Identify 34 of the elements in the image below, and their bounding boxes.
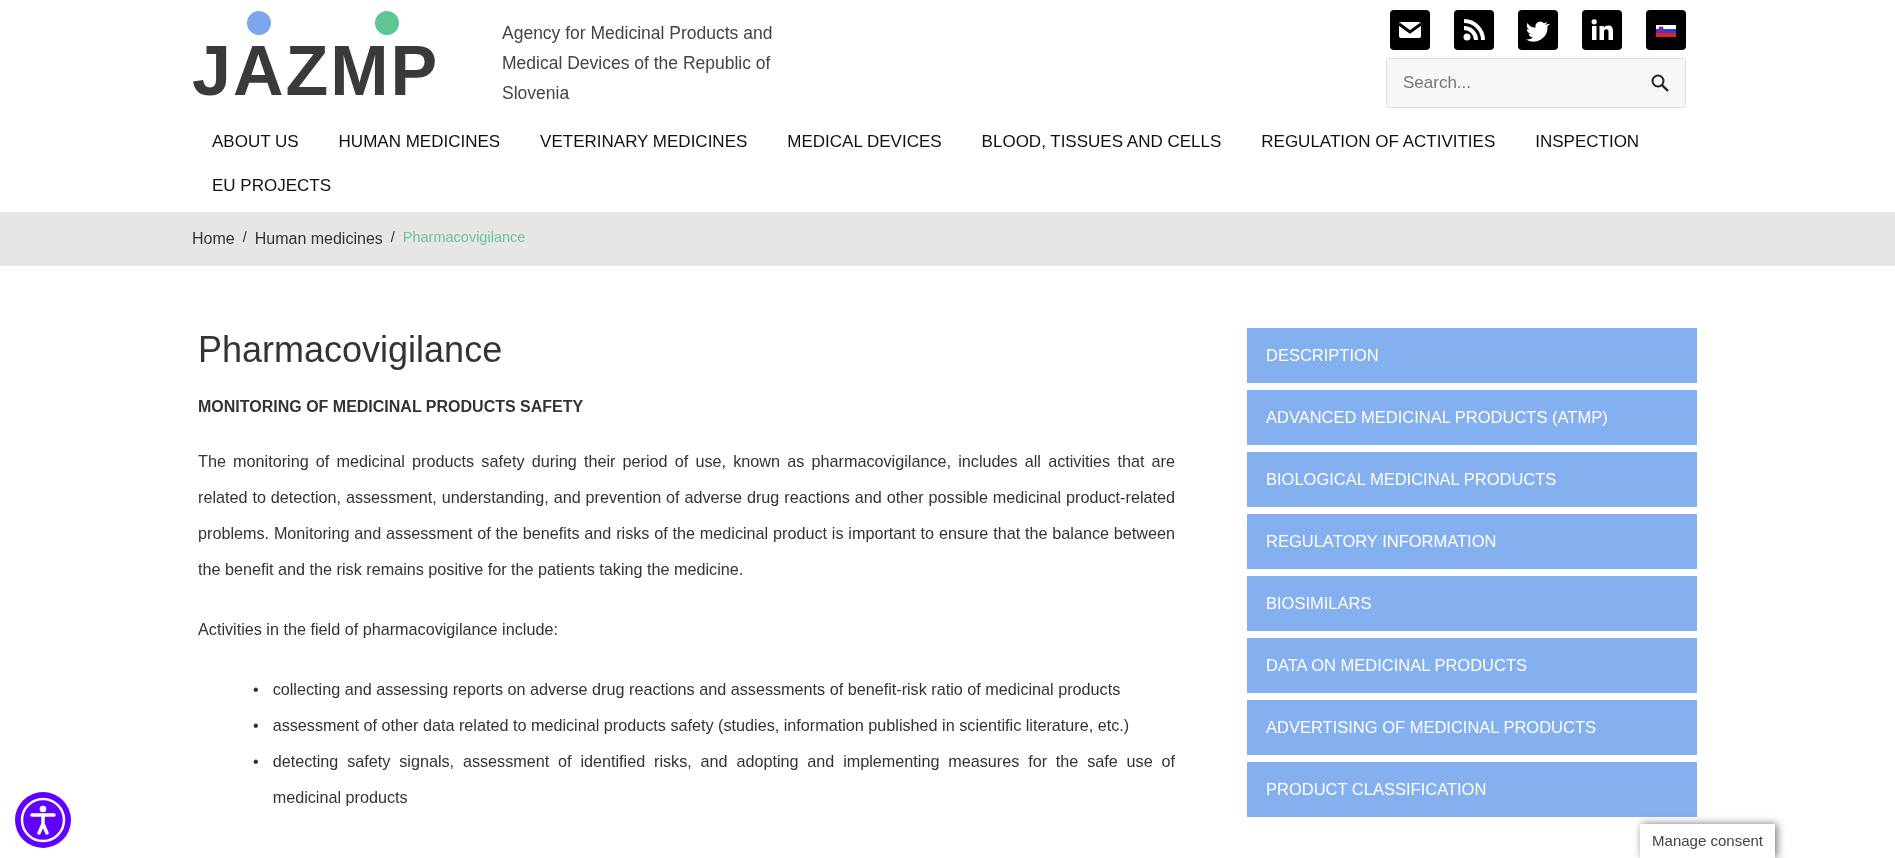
nav-link[interactable]: INSPECTION [1515, 120, 1660, 164]
paragraph: The monitoring of medicinal products safety during their period of use, known as pharmacovigilance, includes all activities that are related to detection, assessment, understanding, and prevention of adverse drug reactions and other possible medicinal product-related problems. Monitoring and assessment of the benefits and risks of the medicinal product is important to ensure that the balance between the benefit and the risk remains positive for the patients taking the medicine. [198, 451, 1175, 581]
consent-button[interactable]: Manage consent [1640, 823, 1775, 858]
list-item: assessment of other data related to medicinal products safety (studies, information published in scientific literature, etc.) [272, 715, 1130, 737]
nav-link[interactable]: EU PROJECTS [192, 164, 352, 208]
nav-link[interactable]: ABOUT US [192, 120, 319, 164]
nav-link[interactable]: VETERINARY MEDICINES [520, 120, 768, 164]
section-heading: MONITORING OF MEDICINAL PRODUCTS SAFETY [198, 397, 585, 418]
breadcrumb-separator: / [242, 228, 247, 247]
bullet-marker: • [253, 679, 259, 701]
bullet-marker: • [253, 751, 259, 773]
breadcrumb-current: Pharmacovigilance [402, 228, 526, 247]
page-title: Pharmacovigilance [198, 328, 504, 372]
nav-link[interactable]: BLOOD, TISSUES AND CELLS [961, 120, 1242, 164]
linkedin-link[interactable] [1582, 10, 1622, 50]
breadcrumb-link[interactable]: Human medicines [254, 227, 383, 251]
bird-link[interactable] [1518, 10, 1558, 50]
agency-name: Agency for Medicinal Products and Medical Devices of the Republic of Slovenia [502, 22, 774, 105]
envelope-link[interactable] [1390, 10, 1430, 50]
rss-link[interactable] [1454, 10, 1494, 50]
nav-link[interactable]: HUMAN MEDICINES [318, 120, 521, 164]
search-field[interactable]: Search... [1386, 58, 1686, 108]
logo[interactable]: JAZMP [192, 10, 478, 106]
search-icon[interactable] [1650, 73, 1670, 93]
flag-link[interactable] [1646, 10, 1686, 50]
nav-link[interactable]: REGULATION OF ACTIVITIES [1241, 120, 1516, 164]
list-item: detecting safety signals, assessment of identified risks, and adopting and implementing measures for the safe use of medicinal products [272, 751, 1175, 809]
nav-link[interactable]: MEDICAL DEVICES [767, 120, 962, 164]
breadcrumb-link[interactable]: Home [192, 227, 235, 251]
bullet-marker: • [253, 715, 259, 737]
paragraph: Activities in the field of pharmacovigilance include: [198, 619, 559, 641]
accessibility-button[interactable] [15, 792, 71, 848]
breadcrumb-separator: / [390, 228, 395, 247]
list-item: collecting and assessing reports on adverse drug reactions and assessments of benefit-risk ratio of medicinal products [272, 679, 1121, 701]
